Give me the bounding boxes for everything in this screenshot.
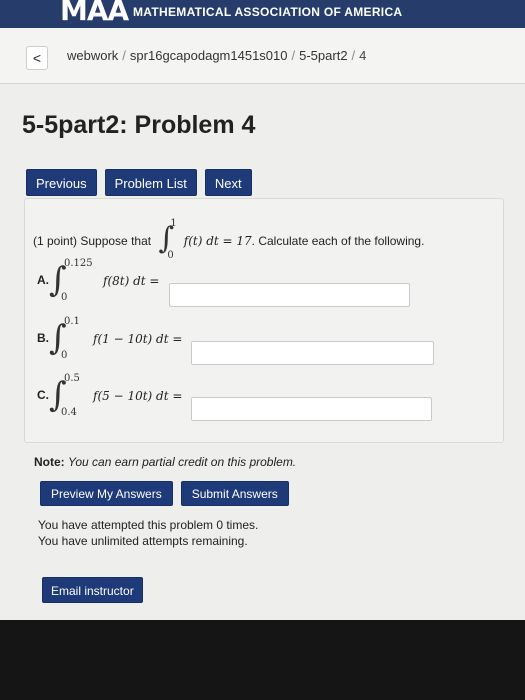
part-c-answer-input[interactable] <box>191 397 432 421</box>
instruction-text: . Calculate each of the following. <box>251 234 425 249</box>
maa-logo[interactable]: MAA <box>60 0 129 27</box>
part-b-answer-input[interactable] <box>191 341 434 365</box>
breadcrumb-separator: / <box>291 48 296 63</box>
part-b-label: B. <box>37 331 49 345</box>
answer-actions: Preview My Answers Submit Answers <box>40 481 289 506</box>
part-a-lower-limit: 0 <box>61 292 68 303</box>
note-text: You can earn partial credit on this prob… <box>68 455 297 469</box>
part-b-upper-limit: 0.1 <box>64 316 80 327</box>
points-text: (1 point) Suppose that <box>33 234 152 249</box>
part-b-lower-limit: 0 <box>61 350 68 361</box>
attempts-remaining: You have unlimited attempts remaining. <box>38 534 248 548</box>
email-instructor-button[interactable]: Email instructor <box>42 577 143 603</box>
given-expression: f(t) dt = 17 <box>183 234 252 249</box>
problem-list-button[interactable]: Problem List <box>104 169 197 196</box>
problem-panel: (1 point) Suppose that ∫ 1 0 f(t) dt = 1… <box>24 198 504 443</box>
given-upper-limit: 1 <box>170 218 177 229</box>
email-section: Email instructor <box>42 577 143 603</box>
breadcrumb-problem: 4 <box>359 48 367 63</box>
attempts-count: You have attempted this problem 0 times. <box>38 518 259 532</box>
attempts-info: You have attempted this problem 0 times.… <box>38 517 258 549</box>
part-c-label: C. <box>37 388 49 402</box>
back-button[interactable]: < <box>26 46 48 70</box>
breadcrumb-bar: < webwork / spr16gcapodagm1451s010 / 5-5… <box>0 28 525 84</box>
part-b-expression: f(1 − 10t) dt = <box>93 332 183 346</box>
partial-credit-note: Note: You can earn partial credit on thi… <box>34 455 296 469</box>
previous-button[interactable]: Previous <box>26 169 97 196</box>
page-content: < webwork / spr16gcapodagm1451s010 / 5-5… <box>0 28 525 620</box>
part-c-lower-limit: 0.4 <box>61 407 77 418</box>
part-a-label: A. <box>37 273 49 287</box>
note-label: Note: <box>34 455 65 469</box>
problem-statement: (1 point) Suppose that ∫ 1 0 f(t) dt = 1… <box>33 218 425 261</box>
problem-nav: Previous Problem List Next <box>26 169 252 196</box>
breadcrumb-separator: / <box>122 48 126 63</box>
preview-answers-button[interactable]: Preview My Answers <box>40 481 173 506</box>
org-name: MATHEMATICAL ASSOCIATION OF AMERICA <box>133 5 403 19</box>
part-c-expression: f(5 − 10t) dt = <box>93 389 183 403</box>
breadcrumb-webwork[interactable]: webwork <box>67 48 118 63</box>
breadcrumb-course[interactable]: spr16gcapodagm1451s010 <box>130 48 288 63</box>
breadcrumb: webwork / spr16gcapodagm1451s010 / 5-5pa… <box>67 48 366 63</box>
page-title: 5-5part2: Problem 4 <box>22 111 256 139</box>
dark-surround <box>0 620 525 700</box>
part-a-upper-limit: 0.125 <box>64 258 93 269</box>
submit-answers-button[interactable]: Submit Answers <box>180 481 289 506</box>
breadcrumb-separator: / <box>351 48 356 63</box>
breadcrumb-set[interactable]: 5-5part2 <box>299 48 347 63</box>
part-a-expression: f(8t) dt = <box>103 274 160 288</box>
next-button[interactable]: Next <box>204 169 252 196</box>
site-header: MAA MATHEMATICAL ASSOCIATION OF AMERICA <box>0 0 525 28</box>
part-a-answer-input[interactable] <box>169 283 410 307</box>
given-lower-limit: 0 <box>167 250 174 261</box>
part-c-upper-limit: 0.5 <box>64 373 80 384</box>
given-integral: ∫ 1 0 <box>154 218 180 261</box>
